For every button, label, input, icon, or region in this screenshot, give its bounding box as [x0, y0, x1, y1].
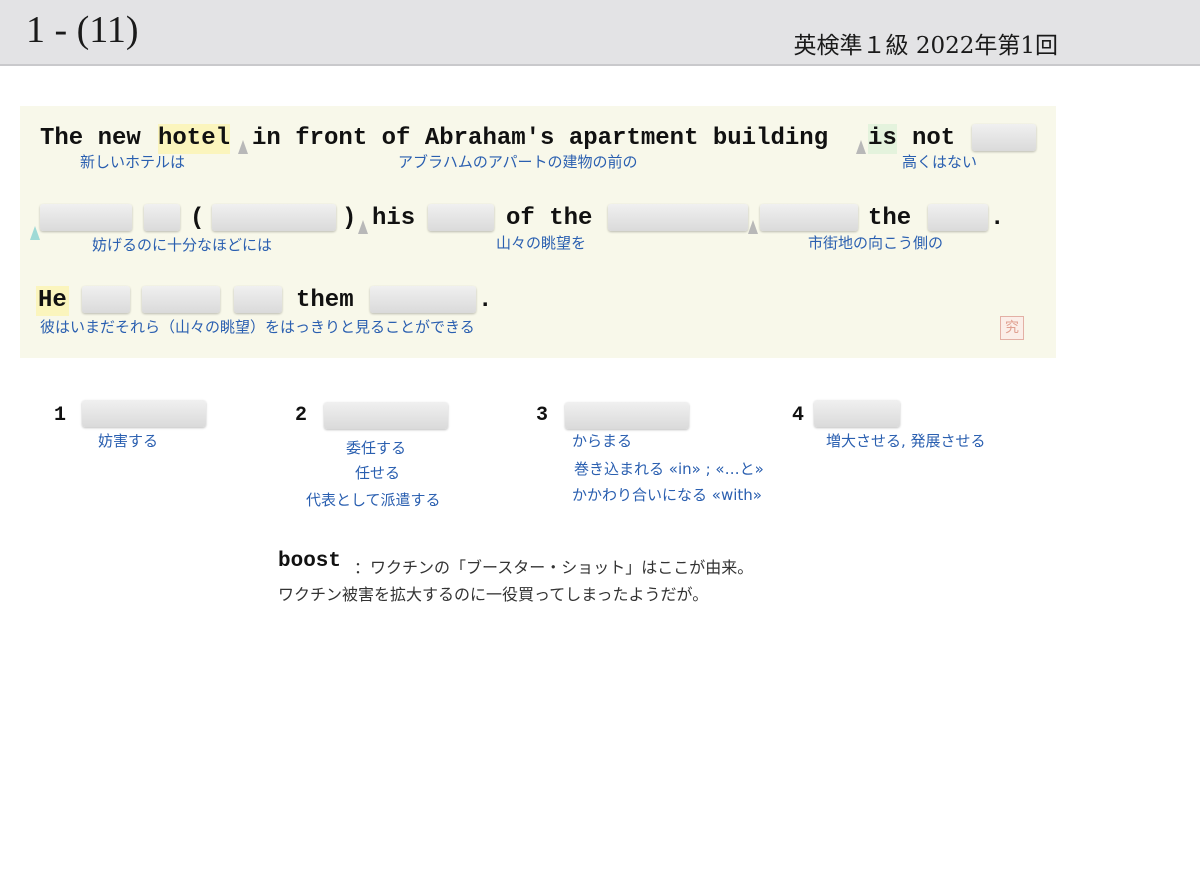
choice-2-meaning-2: 任せる — [355, 464, 401, 482]
gloss-he-can-see: 彼はいまだそれら（山々の眺望）をはっきりと見ることができる — [40, 318, 475, 336]
answer-blank[interactable] — [40, 204, 132, 231]
passage-word-them: them — [296, 287, 354, 314]
choice-2-meaning-3: 代表として派遣する — [306, 491, 441, 509]
answer-blank[interactable] — [82, 286, 130, 313]
choice-4-blank[interactable] — [814, 400, 900, 427]
title-bar: 1 - (11) 英検準１級 2022年第1回 — [0, 0, 1200, 66]
gloss-location: アブラハムのアパートの建物の前の — [398, 153, 638, 171]
phrase-marker — [748, 220, 758, 234]
choice-3-meaning-1: からまる — [572, 432, 633, 450]
choice-1-blank[interactable] — [82, 400, 206, 427]
gloss-new-hotel: 新しいホテルは — [80, 153, 186, 171]
passage-word-hotel: hotel — [158, 124, 231, 154]
note-keyword: boost — [278, 550, 342, 573]
passage-word-is: is — [868, 124, 897, 154]
passage-word-not: not — [912, 125, 956, 152]
paren-close: ) — [342, 205, 357, 232]
choice-3-blank[interactable] — [565, 402, 689, 429]
period: . — [478, 287, 493, 314]
period: . — [990, 205, 1005, 232]
note-line-2: ワクチン被害を拡大するのに一役買ってしまったようだが。 — [278, 585, 709, 604]
passage-text-of-the: of the — [506, 205, 593, 232]
answer-blank[interactable] — [608, 204, 748, 231]
choice-4-meaning: 増大させる, 発展させる — [826, 432, 986, 450]
passage-text-front: in front of Abraham's apartment building — [252, 125, 829, 152]
gloss-beyond-city: 市街地の向こう側の — [808, 234, 944, 252]
choice-1-meaning: 妨害する — [98, 432, 159, 450]
choice-number-4: 4 — [792, 404, 805, 427]
answer-blank[interactable] — [760, 204, 858, 231]
choice-number-1: 1 — [54, 404, 67, 427]
answer-blank[interactable] — [428, 204, 494, 231]
paren-open: ( — [190, 205, 205, 232]
phrase-marker — [856, 140, 866, 154]
choice-3-meaning-2: 巻き込まれる «in» ; «…と» — [574, 460, 764, 478]
gloss-not-tall: 高くはない — [902, 153, 978, 171]
answer-blank[interactable] — [370, 286, 476, 313]
passage-word-he: He — [36, 286, 69, 316]
answer-blank[interactable] — [234, 286, 282, 313]
passage-word-his: his — [372, 205, 416, 232]
passage-word-the: the — [868, 205, 912, 232]
phrase-marker — [30, 226, 40, 240]
passage-text-the-new: The new — [40, 125, 141, 152]
gloss-mountain-view: 山々の眺望を — [496, 234, 587, 252]
question-number: 1 - (11) — [26, 9, 139, 51]
answer-blank-target[interactable] — [212, 204, 336, 231]
seal-stamp: 究 — [1000, 316, 1024, 340]
answer-blank[interactable] — [142, 286, 220, 313]
gloss-enough-to-block: 妨げるのに十分なほどには — [92, 236, 273, 254]
choice-2-blank[interactable] — [324, 402, 448, 429]
choice-number-3: 3 — [536, 404, 549, 427]
answer-blank[interactable] — [972, 124, 1036, 151]
choice-2-meaning-1: 委任する — [346, 439, 407, 457]
answer-blank[interactable] — [144, 204, 180, 231]
phrase-marker — [238, 140, 248, 154]
choice-3-meaning-3: かかわり合いになる «with» — [572, 486, 762, 504]
choice-number-2: 2 — [295, 404, 308, 427]
note-line-1: ：ワクチンの「ブースター・ショット」はここが由来。 — [354, 558, 754, 577]
exam-label: 英検準１級 2022年第1回 — [793, 33, 1058, 59]
answer-blank[interactable] — [928, 204, 988, 231]
phrase-marker — [358, 220, 368, 234]
